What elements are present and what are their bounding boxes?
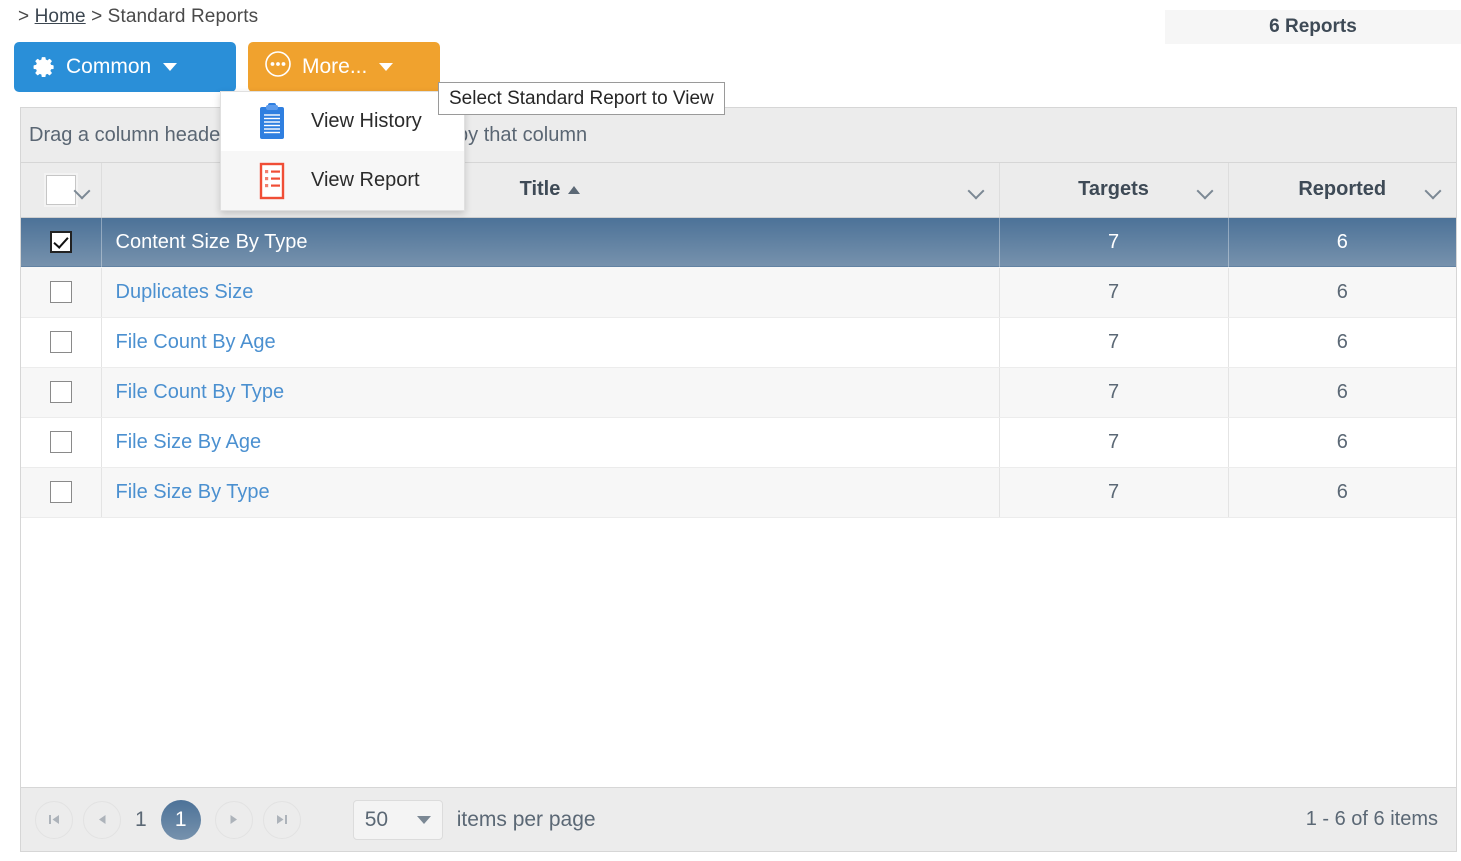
more-button-label: More...: [302, 55, 368, 78]
row-targets-cell: 7: [999, 217, 1229, 267]
row-reported-cell: 6: [1228, 467, 1456, 518]
menu-item-label: View Report: [311, 169, 420, 191]
reports-table: Title Targets Reported Content Size By T…: [21, 163, 1456, 518]
column-header-reported-label: Reported: [1298, 178, 1387, 201]
table-row[interactable]: File Size By Age 7 6: [21, 417, 1456, 468]
last-page-button[interactable]: [262, 800, 301, 839]
chevron-down-icon: [379, 63, 394, 71]
chevron-down-icon[interactable]: [1427, 185, 1442, 194]
row-targets-cell: 7: [999, 367, 1229, 418]
report-list-icon: [255, 160, 289, 202]
menu-item-label: View History: [311, 110, 422, 132]
row-select-cell[interactable]: [21, 267, 102, 318]
row-targets-cell: 7: [999, 317, 1229, 368]
previous-page-button[interactable]: [83, 800, 121, 839]
row-select-cell[interactable]: [21, 367, 102, 418]
table-row[interactable]: File Size By Type 7 6: [21, 467, 1456, 518]
row-title-cell: File Count By Type: [101, 367, 1000, 418]
reports-grid: Drag a column header and drop it here to…: [20, 107, 1457, 852]
page-number-label[interactable]: 1: [135, 808, 147, 832]
row-title-cell: File Size By Type: [101, 467, 1000, 518]
page-size-value: 50: [364, 807, 389, 831]
row-checkbox[interactable]: [49, 431, 72, 453]
next-page-button[interactable]: [214, 800, 253, 839]
more-button[interactable]: More...: [248, 42, 440, 92]
first-page-button[interactable]: [35, 800, 73, 839]
chevron-down-icon[interactable]: [1199, 185, 1214, 194]
chevron-down-icon: [163, 63, 178, 71]
items-per-page-label: items per page: [456, 807, 596, 831]
row-targets-cell: 7: [999, 267, 1229, 318]
row-reported-cell: 6: [1228, 417, 1456, 468]
ellipsis-circle-icon: [264, 50, 292, 84]
row-title-cell: Duplicates Size: [101, 267, 1000, 318]
menu-item-view-report[interactable]: View Report: [221, 151, 464, 210]
tooltip: Select Standard Report to View: [438, 82, 725, 115]
sort-ascending-icon: [568, 185, 581, 194]
column-header-select-all[interactable]: [21, 163, 102, 218]
common-button[interactable]: Common: [14, 42, 236, 92]
row-select-cell[interactable]: [21, 317, 102, 368]
row-reported-cell: 6: [1228, 367, 1456, 418]
row-checkbox[interactable]: [49, 331, 72, 353]
more-dropdown-menu: View History View Report: [220, 91, 465, 211]
reports-count-badge: 6 Reports: [1165, 10, 1461, 44]
select-all-checkbox[interactable]: [45, 174, 76, 205]
reports-table-body: Content Size By Type 7 6 Duplicates Size…: [21, 217, 1456, 518]
table-row[interactable]: File Count By Age 7 6: [21, 317, 1456, 368]
row-reported-cell: 6: [1228, 267, 1456, 318]
table-row[interactable]: Duplicates Size 7 6: [21, 267, 1456, 318]
chevron-down-icon: [416, 815, 431, 824]
row-title-cell: File Count By Age: [101, 317, 1000, 368]
breadcrumb-current: Standard Reports: [107, 6, 259, 27]
toolbar: Common More...: [14, 42, 440, 92]
row-title-cell: Content Size By Type: [101, 217, 1000, 267]
page-size-select[interactable]: 50: [352, 799, 443, 840]
pager: 1 1 50 items per page 1 - 6 of 6 items: [21, 787, 1456, 851]
column-header-reported[interactable]: Reported: [1228, 163, 1456, 218]
column-header-targets-label: Targets: [1078, 178, 1149, 201]
breadcrumb: > Home > Standard Reports: [18, 6, 258, 28]
row-reported-cell: 6: [1228, 217, 1456, 267]
row-checkbox[interactable]: [49, 481, 72, 503]
table-row[interactable]: File Count By Type 7 6: [21, 367, 1456, 418]
row-checkbox[interactable]: [49, 281, 72, 303]
report-title-link[interactable]: File Count By Type: [116, 381, 285, 403]
grid-empty-area: [21, 517, 1456, 787]
row-title-cell: File Size By Age: [101, 417, 1000, 468]
report-title-link[interactable]: File Count By Age: [116, 331, 276, 353]
current-page-button[interactable]: 1: [160, 799, 201, 840]
column-header-title-label: Title: [519, 178, 561, 201]
table-row[interactable]: Content Size By Type 7 6: [21, 217, 1456, 267]
report-title-link[interactable]: File Size By Age: [116, 431, 262, 453]
row-targets-cell: 7: [999, 467, 1229, 518]
breadcrumb-home-link[interactable]: Home: [35, 6, 86, 27]
row-targets-cell: 7: [999, 417, 1229, 468]
breadcrumb-lead: >: [18, 6, 30, 27]
row-checkbox[interactable]: [49, 381, 72, 403]
row-reported-cell: 6: [1228, 317, 1456, 368]
clipboard-icon: [255, 101, 289, 143]
row-select-cell[interactable]: [21, 467, 102, 518]
report-title-link[interactable]: Duplicates Size: [116, 281, 254, 303]
chevron-down-icon[interactable]: [970, 185, 985, 194]
row-select-cell[interactable]: [21, 417, 102, 468]
menu-item-view-history[interactable]: View History: [221, 92, 464, 151]
column-header-targets[interactable]: Targets: [999, 163, 1229, 218]
breadcrumb-separator: >: [91, 6, 103, 27]
report-title-link[interactable]: File Size By Type: [116, 481, 270, 503]
row-checkbox[interactable]: [49, 231, 72, 253]
pager-range-label: 1 - 6 of 6 items: [1305, 808, 1438, 830]
report-title-link[interactable]: Content Size By Type: [116, 231, 308, 253]
gear-icon: [30, 51, 56, 83]
row-select-cell[interactable]: [21, 217, 102, 267]
chevron-down-icon[interactable]: [76, 185, 91, 194]
common-button-label: Common: [66, 55, 152, 78]
